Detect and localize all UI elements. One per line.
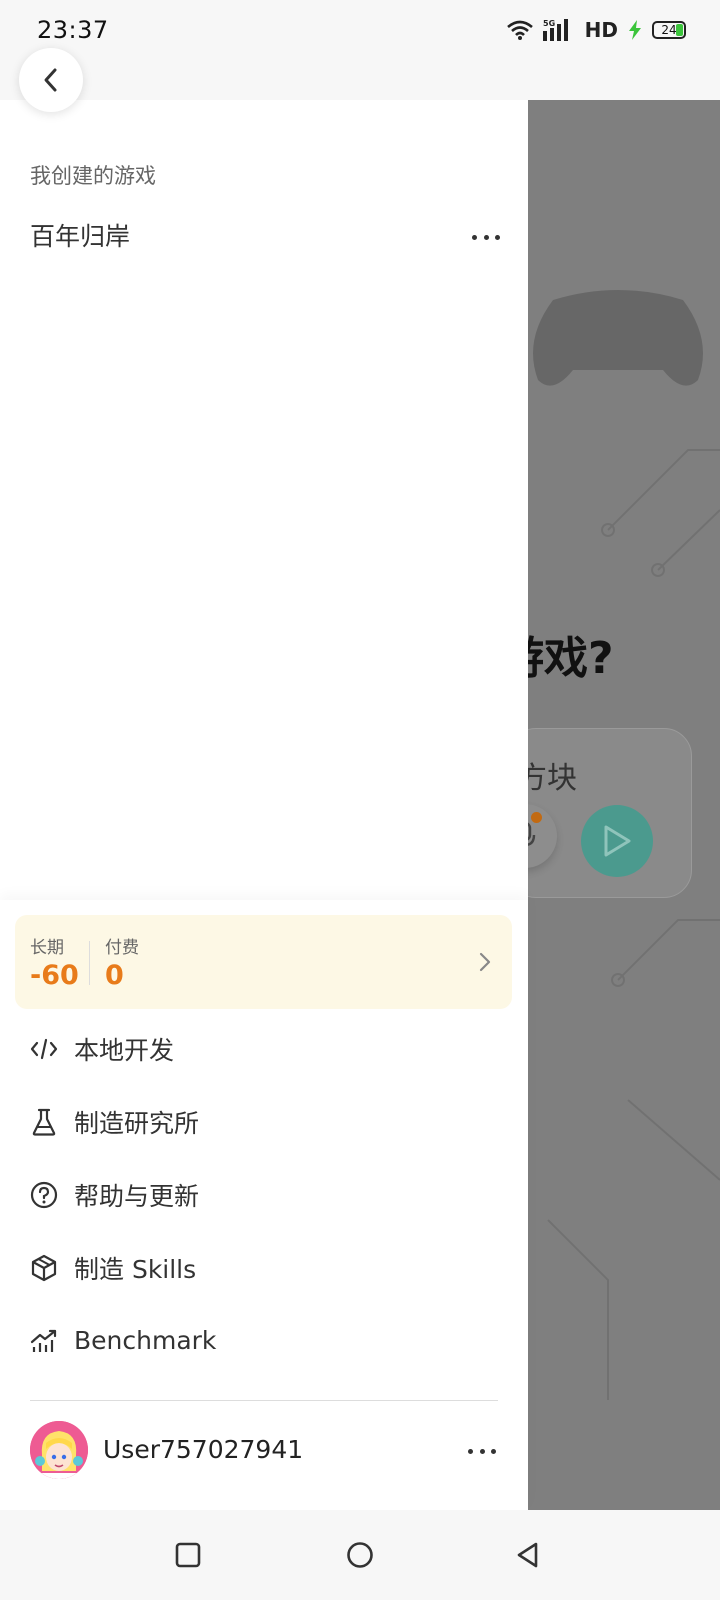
signal-icon: 5G bbox=[542, 19, 568, 41]
credit-paid-label: 付费 bbox=[105, 938, 139, 958]
divider bbox=[30, 1400, 498, 1401]
credit-divider bbox=[89, 941, 90, 985]
status-bar: 23:37 5G HD 24 bbox=[0, 0, 720, 62]
background-input-text: 方块 bbox=[528, 761, 577, 796]
menu-item-label: 制造研究所 bbox=[74, 1108, 200, 1138]
clock: 23:37 bbox=[37, 16, 109, 44]
background-heading: 游戏? bbox=[528, 633, 614, 684]
credit-paid-value: 0 bbox=[105, 960, 124, 991]
user-profile-row[interactable]: User757027941 bbox=[30, 1421, 500, 1481]
menu-item-lab[interactable]: 制造研究所 bbox=[0, 1085, 528, 1158]
square-icon bbox=[175, 1542, 201, 1568]
drawer-footer: 长期 -60 付费 0 本地开发 制造研究所 帮助与更新 制造 Skills B… bbox=[0, 900, 528, 1510]
avatar[interactable] bbox=[30, 1421, 88, 1479]
home-button[interactable] bbox=[337, 1532, 383, 1578]
battery-icon: 24 bbox=[652, 21, 686, 39]
mic-button bbox=[528, 804, 557, 868]
background-input-card: 方块 bbox=[528, 728, 692, 898]
system-nav-bar bbox=[0, 1510, 720, 1600]
chevron-left-icon bbox=[44, 68, 57, 92]
flask-icon bbox=[30, 1108, 58, 1136]
credit-long-term: 长期 -60 bbox=[30, 933, 79, 991]
menu-item-benchmark[interactable]: Benchmark bbox=[0, 1304, 528, 1377]
more-options-icon[interactable] bbox=[468, 1446, 496, 1456]
svg-text:5G: 5G bbox=[543, 19, 555, 28]
credits-card[interactable]: 长期 -60 付费 0 bbox=[15, 915, 512, 1009]
menu-item-label: 帮助与更新 bbox=[74, 1181, 200, 1211]
section-title-my-games: 我创建的游戏 bbox=[30, 164, 156, 188]
status-icons: 5G HD 24 bbox=[506, 18, 686, 42]
code-icon bbox=[30, 1035, 58, 1063]
wifi-icon bbox=[506, 20, 533, 40]
play-icon bbox=[604, 825, 631, 857]
mic-icon bbox=[528, 822, 536, 846]
mic-indicator-dot bbox=[531, 812, 542, 823]
chevron-right-icon bbox=[479, 952, 491, 972]
credit-long-term-value: -60 bbox=[30, 960, 79, 991]
menu-item-label: 制造 Skills bbox=[74, 1254, 197, 1284]
menu-item-local-dev[interactable]: 本地开发 bbox=[0, 1012, 528, 1085]
credit-long-term-label: 长期 bbox=[30, 938, 64, 958]
menu-item-label: Benchmark bbox=[74, 1326, 217, 1355]
menu-item-help[interactable]: 帮助与更新 bbox=[0, 1158, 528, 1231]
background-page-overlay[interactable]: 游戏? 方块 bbox=[528, 100, 720, 1510]
cube-icon bbox=[30, 1254, 58, 1282]
gamepad-icon bbox=[533, 290, 703, 386]
menu-item-label: 本地开发 bbox=[74, 1035, 175, 1065]
hd-indicator: HD bbox=[584, 18, 618, 42]
back-button[interactable] bbox=[19, 48, 83, 112]
game-list-item[interactable]: 百年归岸 bbox=[30, 212, 500, 262]
username: User757027941 bbox=[103, 1435, 304, 1464]
menu-item-skills[interactable]: 制造 Skills bbox=[0, 1231, 528, 1304]
recents-button[interactable] bbox=[165, 1532, 211, 1578]
circle-icon bbox=[347, 1542, 373, 1568]
help-circle-icon bbox=[30, 1181, 58, 1209]
charging-icon bbox=[629, 20, 641, 40]
battery-level: 24 bbox=[661, 23, 677, 37]
more-options-icon[interactable] bbox=[472, 232, 500, 242]
drawer-menu: 本地开发 制造研究所 帮助与更新 制造 Skills Benchmark bbox=[0, 1012, 528, 1377]
back-nav-button[interactable] bbox=[505, 1532, 551, 1578]
triangle-back-icon bbox=[517, 1542, 538, 1568]
send-button bbox=[581, 805, 653, 877]
chart-icon bbox=[30, 1327, 58, 1355]
game-title[interactable]: 百年归岸 bbox=[30, 217, 130, 253]
credit-paid: 付费 0 bbox=[105, 933, 139, 991]
side-drawer: 我创建的游戏 百年归岸 长期 -60 付费 0 本地开发 制造研究所 帮助与更新… bbox=[0, 100, 528, 1510]
